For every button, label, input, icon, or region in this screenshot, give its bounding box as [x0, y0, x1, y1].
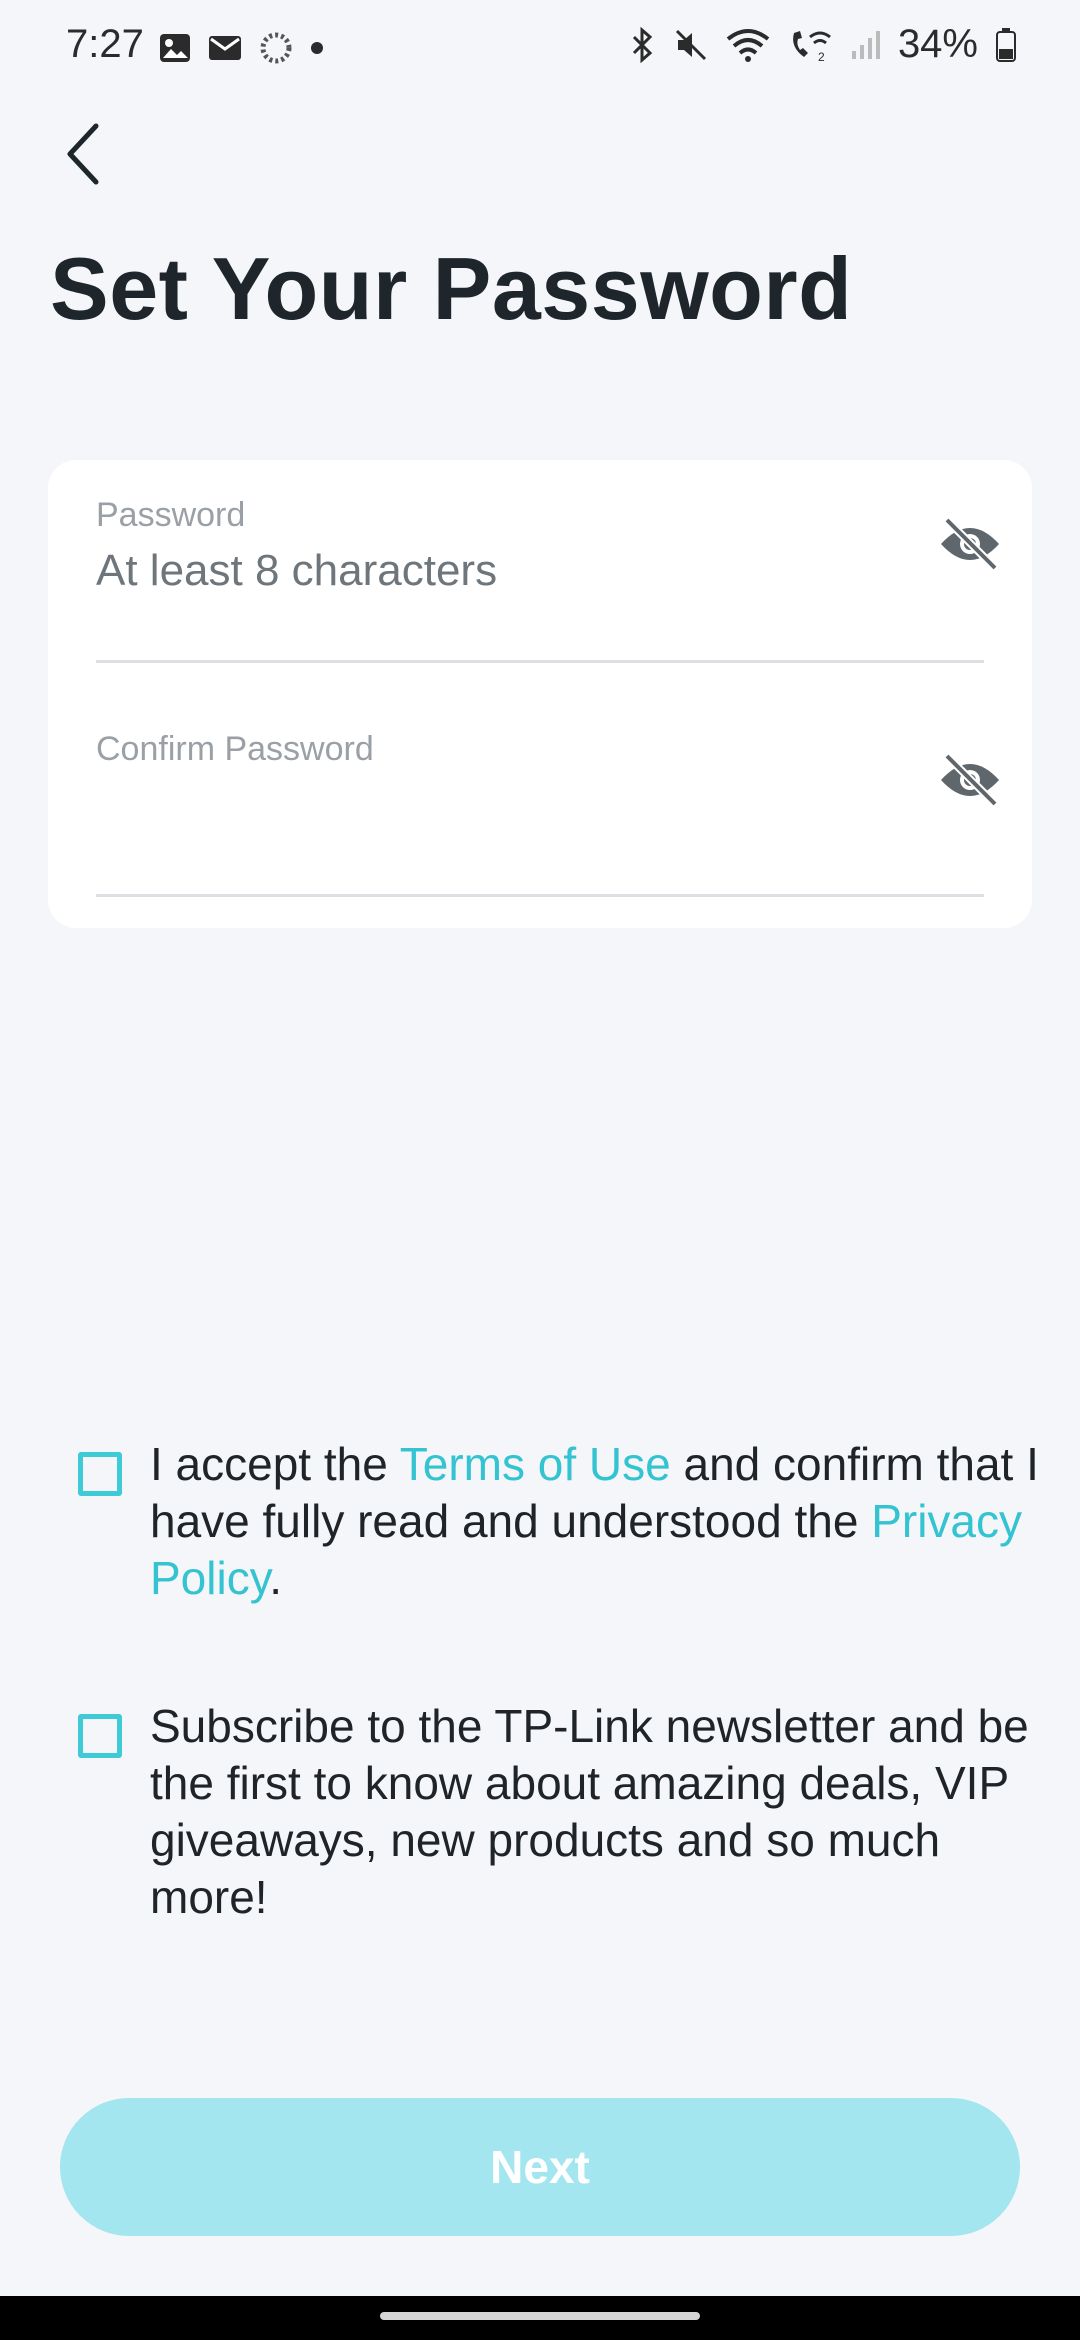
- svg-text:2: 2: [818, 50, 825, 63]
- terms-prefix: I accept the: [150, 1438, 400, 1490]
- battery-icon: [996, 27, 1016, 62]
- loading-icon: [260, 32, 292, 64]
- battery-percent: 34%: [897, 22, 978, 66]
- signal-icon: [851, 30, 880, 59]
- status-time: 7:27: [66, 22, 144, 66]
- confirm-password-underline: [96, 894, 984, 897]
- home-gesture-handle[interactable]: [380, 2312, 700, 2320]
- terms-checkbox[interactable]: [78, 1452, 122, 1496]
- confirm-password-visibility-toggle[interactable]: [932, 742, 1008, 818]
- password-form-card: Password At least 8 characters Confirm P…: [48, 460, 1032, 928]
- status-notification-icons: [158, 30, 324, 66]
- image-icon: [160, 34, 190, 62]
- password-field[interactable]: Password At least 8 characters: [96, 496, 984, 663]
- eye-off-icon: [941, 753, 999, 807]
- confirm-password-label: Confirm Password: [96, 730, 374, 768]
- password-label: Password: [96, 496, 246, 534]
- confirm-password-field[interactable]: Confirm Password: [96, 730, 984, 897]
- chevron-left-icon: [67, 123, 99, 185]
- bluetooth-icon: [632, 26, 653, 63]
- password-input[interactable]: At least 8 characters: [96, 546, 497, 596]
- password-underline: [96, 660, 984, 663]
- terms-consent-text: I accept the Terms of Use and confirm th…: [150, 1436, 1080, 1607]
- dot-icon: [311, 42, 323, 54]
- newsletter-checkbox[interactable]: [78, 1714, 122, 1758]
- wifi-icon: [726, 28, 770, 62]
- system-navigation-bar: [0, 2296, 1080, 2340]
- eye-off-icon: [941, 517, 999, 571]
- page-title: Set Your Password: [50, 239, 853, 338]
- password-visibility-toggle[interactable]: [932, 506, 1008, 582]
- status-bar: 7:27 2 34%: [0, 0, 1080, 96]
- newsletter-consent-text: Subscribe to the TP-Link newsletter and …: [150, 1700, 1029, 1923]
- status-system-icons: 2 34%: [628, 22, 1016, 67]
- mail-icon: [209, 36, 241, 60]
- terms-of-use-link[interactable]: Terms of Use: [400, 1438, 671, 1490]
- wifi-call-icon: 2: [793, 30, 831, 63]
- back-button[interactable]: [48, 118, 120, 190]
- terms-suffix: .: [269, 1552, 283, 1604]
- next-button[interactable]: Next: [60, 2098, 1020, 2236]
- mute-icon: [675, 29, 706, 60]
- next-button-label: Next: [490, 2141, 590, 2193]
